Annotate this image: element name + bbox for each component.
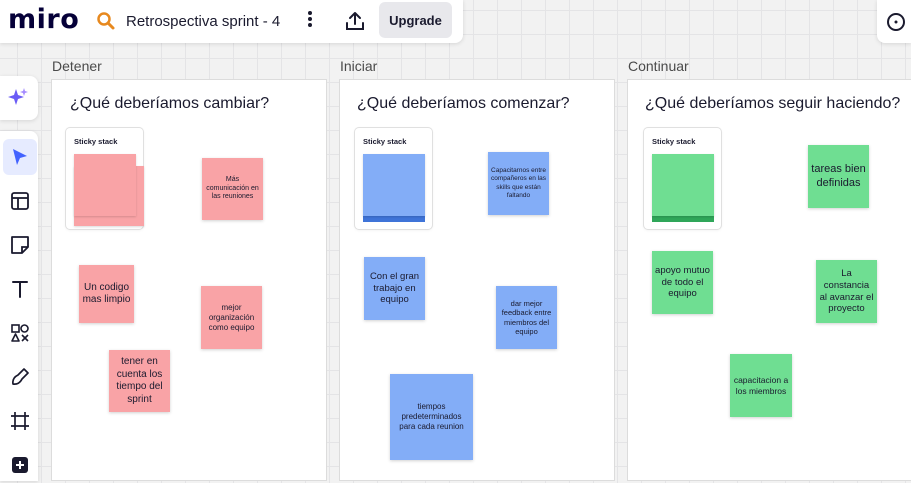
export-icon[interactable] (343, 9, 367, 33)
miro-logo[interactable]: miro (8, 4, 79, 35)
shapes-icon (11, 324, 29, 342)
select-tool[interactable] (3, 139, 37, 175)
more-tools-button[interactable] (3, 447, 37, 483)
sticky-note[interactable]: tareas bien definidas (808, 145, 869, 208)
sticky-note[interactable]: Un codigo mas limpio (79, 265, 134, 323)
frame-icon (11, 412, 29, 430)
pen-icon (12, 368, 29, 385)
frame-title-detener: ¿Qué deberíamos cambiar? (70, 95, 270, 112)
sticky-stack-label: Sticky stack (652, 137, 696, 146)
upgrade-button[interactable]: Upgrade (379, 2, 452, 38)
templates-tool[interactable] (3, 183, 37, 219)
sticky-note-icon (11, 236, 29, 254)
frame-title-iniciar: ¿Qué deberíamos comenzar? (357, 95, 570, 112)
stacked-sticky-note (363, 154, 425, 216)
frame-title-continuar: ¿Qué deberíamos seguir haciendo? (645, 95, 901, 112)
sticky-stack-detener[interactable]: Sticky stack (66, 128, 144, 229)
sticky-note[interactable]: capacitacion a los miembros (730, 354, 792, 417)
stacked-sticky-note (74, 154, 136, 216)
left-toolbar (0, 131, 38, 481)
sticky-stack-label: Sticky stack (363, 137, 407, 146)
sticky-note[interactable]: Más comunicación en las reuniones (202, 158, 263, 220)
stacked-sticky-note (652, 154, 714, 216)
more-options-icon[interactable] (300, 9, 320, 33)
text-tool[interactable] (3, 271, 37, 307)
sticky-note[interactable]: dar mejor feedback entre miembros del eq… (496, 286, 557, 349)
cursor-icon (13, 149, 27, 165)
sticky-stack-continuar[interactable]: Sticky stack (644, 128, 721, 229)
template-icon (11, 192, 29, 210)
text-icon (12, 281, 28, 298)
sticky-stack-label: Sticky stack (74, 137, 118, 146)
sticky-note[interactable]: apoyo mutuo de todo el equipo (652, 251, 713, 314)
plus-icon (12, 457, 28, 473)
ai-panel (0, 76, 38, 120)
sticky-stack-iniciar[interactable]: Sticky stack (355, 128, 432, 229)
board-title[interactable]: Retrospectiva sprint - 4 (126, 13, 280, 30)
frame-tool[interactable] (3, 403, 37, 439)
sticky-note-tool[interactable] (3, 227, 37, 263)
sticky-note[interactable]: tiempos predeterminados para cada reunio… (390, 374, 473, 460)
shapes-tool[interactable] (3, 315, 37, 351)
sticky-note[interactable]: mejor organización como equipo (201, 286, 262, 349)
timer-icon[interactable] (886, 12, 906, 32)
sparkle-icon[interactable] (6, 86, 30, 110)
top-bar: miro Retrospectiva sprint - 4 Upgrade (0, 0, 463, 43)
sticky-note[interactable]: tener en cuenta los tiempo del sprint (109, 350, 170, 412)
column-label-iniciar: Iniciar (340, 58, 378, 74)
pen-tool[interactable] (3, 359, 37, 395)
sticky-note[interactable]: Capacitarnos entre compañeros en las ski… (488, 152, 549, 215)
sticky-note[interactable]: La constancia al avanzar el proyecto (816, 260, 877, 323)
column-label-continuar: Continuar (628, 58, 689, 74)
board-search-icon[interactable] (96, 11, 116, 31)
column-label-detener: Detener (52, 58, 102, 74)
top-right-panel (877, 0, 911, 43)
sticky-note[interactable]: Con el gran trabajo en equipo (364, 257, 425, 320)
